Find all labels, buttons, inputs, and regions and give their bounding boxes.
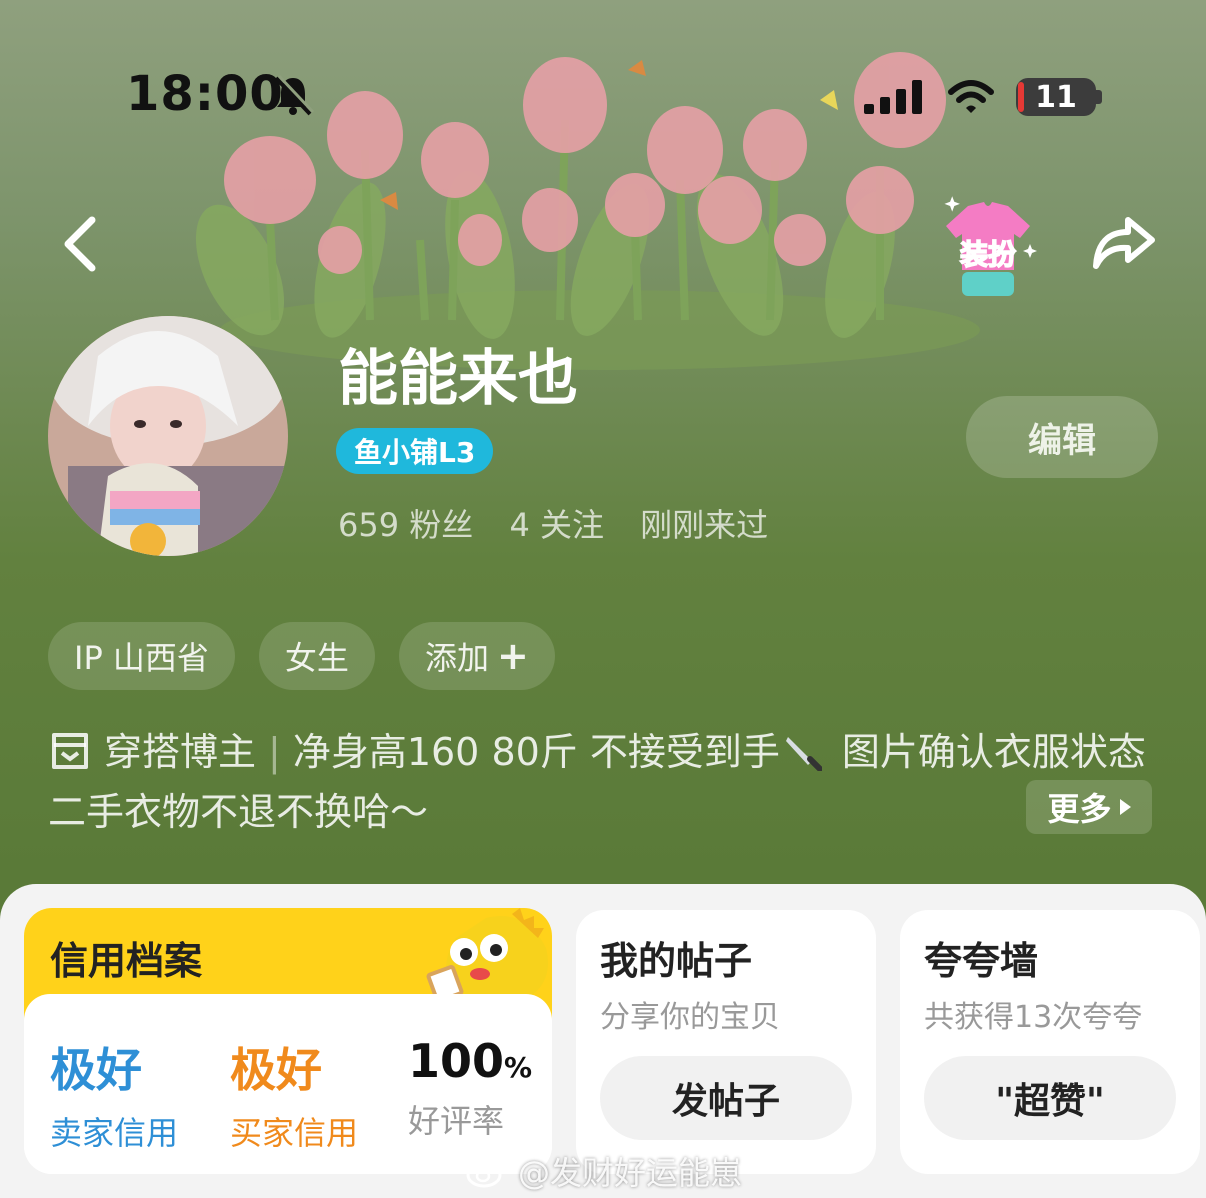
credit-file-card[interactable]: 信用档案 极好 卖家信用 极好 买家信用 100% 好评率 — [24, 908, 552, 1174]
status-time: 18:00 — [126, 66, 284, 122]
seller-credit: 极好 卖家信用 — [50, 1034, 178, 1154]
fish-mascot-icon — [426, 908, 548, 1004]
plus-icon: + — [496, 634, 529, 678]
avatar[interactable] — [48, 316, 288, 556]
positive-rate-unit: % — [504, 1051, 533, 1084]
following-count[interactable]: 4 关注 — [509, 506, 604, 544]
positive-rate: 100% 好评率 — [408, 1034, 532, 1142]
followers-count[interactable]: 659 粉丝 — [338, 506, 473, 544]
profile-tags: IP 山西省 女生 添加 + — [48, 622, 555, 690]
dressup-button[interactable]: 装扮 — [938, 192, 1038, 302]
bio-more-button[interactable]: 更多 — [1026, 780, 1152, 834]
silent-bell-icon — [274, 74, 315, 116]
share-icon[interactable] — [1088, 212, 1158, 272]
my-posts-title: 我的帖子 — [600, 939, 753, 983]
ip-location-tag: IP 山西省 — [48, 622, 235, 690]
knife-emoji-icon — [785, 737, 822, 771]
last-seen-status: 刚刚来过 — [640, 506, 769, 544]
buyer-credit: 极好 买家信用 — [230, 1034, 358, 1154]
my-posts-card[interactable]: 我的帖子 分享你的宝贝 发帖子 — [576, 910, 876, 1174]
praise-wall-card[interactable]: 夸夸墙 共获得13次夸夸 "超赞" — [900, 910, 1200, 1174]
wifi-icon — [948, 80, 994, 113]
create-post-button[interactable]: 发帖子 — [600, 1056, 852, 1140]
bio-text: 穿搭博主 | 净身高160 80斤 不接受到手 图片确认衣服状态 二手衣物不退不换哈… — [48, 722, 1158, 842]
triangle-right-icon — [1119, 799, 1131, 815]
dressup-label: 装扮 — [960, 238, 1017, 271]
praise-wall-title: 夸夸墙 — [924, 939, 1039, 983]
bio-role: 穿搭博主 — [104, 730, 257, 774]
bio-text-part1: 净身高160 80斤 不接受到手 — [292, 730, 780, 774]
nickname: 能能来也 — [338, 344, 578, 414]
buyer-credit-label: 买家信用 — [230, 1114, 359, 1152]
praise-wall-subtitle: 共获得13次夸夸 — [924, 1000, 1143, 1035]
credit-body: 极好 卖家信用 极好 买家信用 100% 好评率 — [24, 994, 552, 1174]
weibo-logo-icon — [466, 1156, 508, 1188]
positive-rate-label: 好评率 — [408, 1102, 505, 1140]
battery-tip — [1096, 90, 1102, 104]
credit-title: 信用档案 — [50, 939, 203, 983]
buyer-credit-value: 极好 — [230, 1043, 322, 1097]
gender-tag: 女生 — [258, 622, 375, 690]
my-posts-subtitle: 分享你的宝贝 — [600, 1000, 780, 1035]
add-tag-label: 添加 — [424, 639, 489, 677]
level-badge[interactable]: 鱼小铺L3 — [336, 428, 494, 474]
seller-credit-value: 极好 — [50, 1043, 142, 1097]
watermark-text: @发财好运能崽 — [518, 1154, 743, 1192]
back-icon[interactable] — [56, 214, 106, 274]
cellular-signal-icon — [864, 80, 922, 114]
profile-stats: 659 粉丝 4 关注 刚刚来过 — [338, 500, 794, 546]
battery-indicator: 11 — [1016, 78, 1096, 116]
super-like-button[interactable]: "超赞" — [924, 1056, 1176, 1140]
watermark: @发财好运能崽 — [466, 1148, 742, 1194]
add-tag-button[interactable]: 添加 + — [398, 622, 555, 690]
positive-rate-value: 100 — [408, 1034, 505, 1088]
bio-separator: | — [268, 730, 281, 774]
more-label: 更多 — [1047, 790, 1112, 828]
seller-credit-label: 卖家信用 — [50, 1114, 179, 1152]
hanger-shop-icon — [52, 733, 88, 769]
edit-profile-button[interactable]: 编辑 — [966, 396, 1158, 478]
